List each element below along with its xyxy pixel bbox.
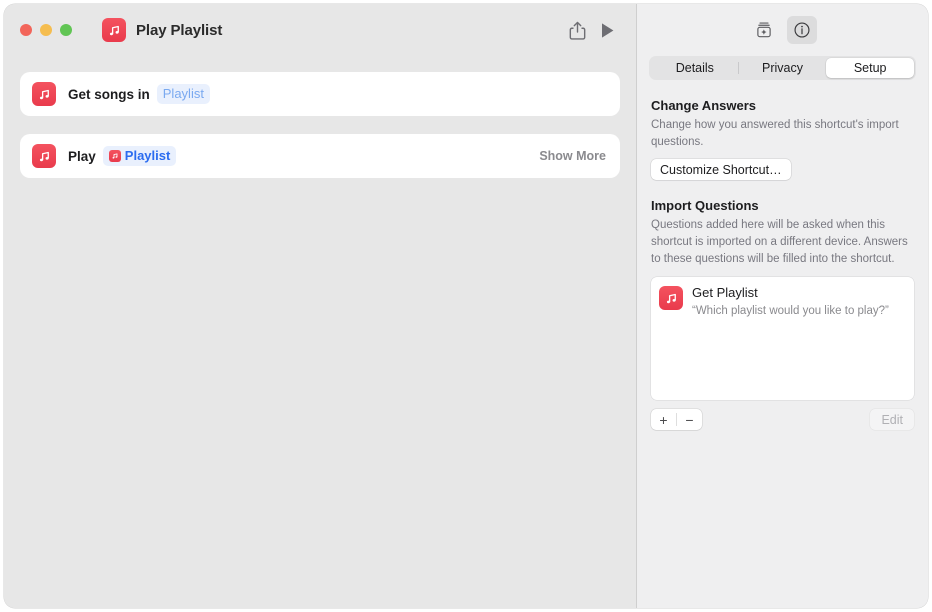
change-answers-section: Change Answers Change how you answered t… xyxy=(637,80,928,181)
action-card-text: Play Playlist xyxy=(68,146,177,166)
token-label: Playlist xyxy=(124,148,171,164)
list-item-text: Get Playlist “Which playlist would you l… xyxy=(692,285,889,318)
tab-label: Details xyxy=(675,61,714,75)
action-token-playlist[interactable]: Playlist xyxy=(156,84,210,104)
action-label: Get songs in xyxy=(68,86,150,102)
tab-label: Setup xyxy=(853,61,887,75)
music-note-icon xyxy=(32,144,56,168)
close-button[interactable] xyxy=(20,24,32,36)
music-note-icon xyxy=(659,286,683,311)
traffic-lights xyxy=(20,24,72,36)
music-note-icon xyxy=(32,82,56,106)
inspector-pane: Details Privacy Setup Change Answers Cha… xyxy=(637,4,928,608)
music-note-icon xyxy=(102,18,126,42)
customize-shortcut-button[interactable]: Customize Shortcut… xyxy=(651,159,791,181)
action-card-play[interactable]: Play Playlist Show More xyxy=(20,134,620,178)
action-card-get-songs[interactable]: Get songs in Playlist xyxy=(20,72,620,116)
window-titlebar: Play Playlist xyxy=(4,4,636,56)
tab-privacy[interactable]: Privacy xyxy=(739,58,827,78)
add-question-button[interactable]: + xyxy=(651,409,676,430)
play-icon[interactable] xyxy=(592,15,622,45)
add-remove-segmented-control: + − xyxy=(651,409,702,431)
tab-details[interactable]: Details xyxy=(651,58,739,78)
import-questions-section: Import Questions Questions added here wi… xyxy=(637,180,928,431)
remove-question-button[interactable]: − xyxy=(677,409,702,430)
inspector-tabbar: Details Privacy Setup xyxy=(649,56,916,80)
shortcuts-window: Play Playlist Get songs in Playlist Play… xyxy=(4,4,928,608)
info-icon[interactable] xyxy=(786,16,817,44)
action-list: Get songs in Playlist Play Playlist Show… xyxy=(4,56,636,178)
import-questions-title: Import Questions xyxy=(651,198,759,214)
edit-button[interactable]: Edit xyxy=(870,409,914,431)
import-questions-list[interactable]: Get Playlist “Which playlist would you l… xyxy=(651,277,914,401)
show-more-button[interactable]: Show More xyxy=(539,149,606,163)
list-item-prompt: “Which playlist would you like to play?” xyxy=(692,304,889,317)
change-answers-title: Change Answers xyxy=(651,98,756,113)
change-answers-body: Change how you answered this shortcut's … xyxy=(651,119,899,148)
list-item[interactable]: Get Playlist “Which playlist would you l… xyxy=(659,285,906,318)
minimize-button[interactable] xyxy=(40,24,52,36)
action-label: Play xyxy=(68,148,96,164)
import-questions-body: Questions added here will be asked when … xyxy=(651,219,908,265)
zoom-button[interactable] xyxy=(60,24,72,36)
tab-setup[interactable]: Setup xyxy=(826,58,915,78)
shortcut-editor-pane: Play Playlist Get songs in Playlist Play… xyxy=(4,4,636,608)
action-token-playlist[interactable]: Playlist xyxy=(102,146,177,166)
list-item-title: Get Playlist xyxy=(692,285,758,301)
window-title-group: Play Playlist xyxy=(102,18,222,42)
window-title: Play Playlist xyxy=(136,21,223,39)
token-label: Playlist xyxy=(162,86,204,102)
share-icon[interactable] xyxy=(562,15,592,45)
music-note-icon xyxy=(108,150,121,162)
tab-label: Privacy xyxy=(762,61,803,75)
inspector-toolbar xyxy=(637,4,928,56)
action-card-text: Get songs in Playlist xyxy=(68,84,210,104)
add-to-gallery-icon[interactable] xyxy=(749,16,779,44)
import-questions-footer: + − Edit xyxy=(651,409,914,431)
